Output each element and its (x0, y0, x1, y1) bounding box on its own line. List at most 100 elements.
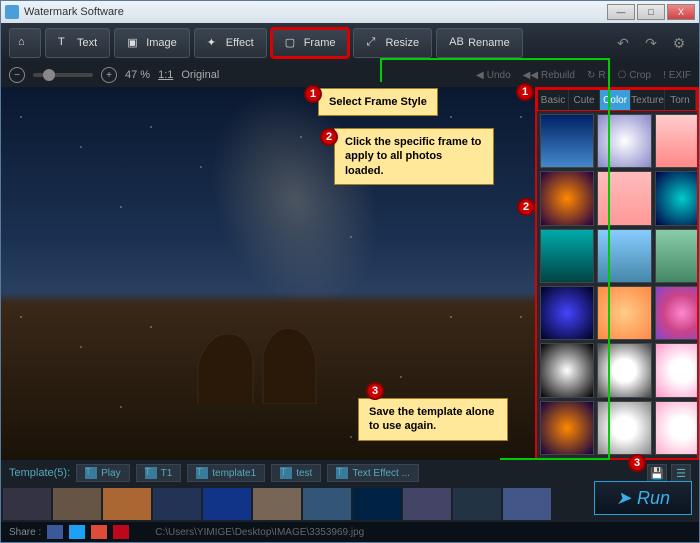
pinterest-icon[interactable] (113, 525, 129, 539)
effect-icon: ✦ (207, 36, 221, 50)
frame-thumb[interactable] (597, 401, 651, 455)
resize-label: Resize (385, 37, 419, 49)
frame-icon: ▢ (285, 36, 299, 50)
rotate-action[interactable]: ↻R (587, 70, 606, 81)
image-label: Image (146, 37, 177, 49)
frame-thumb[interactable] (597, 171, 651, 225)
exif-action[interactable]: !EXIF (663, 70, 691, 81)
maximize-button[interactable]: □ (637, 4, 665, 20)
frame-thumb[interactable] (597, 343, 651, 397)
frame-thumb[interactable] (540, 114, 594, 168)
frame-thumb[interactable] (540, 343, 594, 397)
tab-torn[interactable]: Torn (665, 90, 696, 110)
badge-1b: 1 (516, 83, 534, 101)
tab-cute[interactable]: Cute (569, 90, 600, 110)
frame-thumb[interactable] (540, 171, 594, 225)
tab-texture[interactable]: Texture (631, 90, 665, 110)
template-item[interactable]: TPlay (76, 464, 129, 482)
frame-thumb[interactable] (597, 114, 651, 168)
frame-thumb[interactable] (655, 229, 697, 283)
template-item[interactable]: Ttest (271, 464, 321, 482)
settings-button[interactable]: ⚙ (667, 31, 691, 55)
zoom-ratio[interactable]: 1:1 (158, 69, 173, 81)
strip-thumb[interactable] (503, 488, 551, 520)
undo-util-button[interactable]: ↶ (611, 31, 635, 55)
close-button[interactable]: X (667, 4, 695, 20)
text-button[interactable]: T Text (45, 28, 110, 58)
template-item[interactable]: TT1 (136, 464, 182, 482)
strip-thumb[interactable] (3, 488, 51, 520)
tab-color[interactable]: Color (600, 90, 631, 110)
undo-action[interactable]: ◀Undo (476, 70, 511, 81)
zoom-bar: − + 47 % 1:1 Original ◀Undo ◀◀Rebuild ↻R… (1, 63, 699, 87)
badge-3a: 3 (366, 382, 384, 400)
share-bar: Share : C:\Users\YIMIGE\Desktop\IMAGE\33… (1, 522, 699, 542)
strip-thumb[interactable] (103, 488, 151, 520)
main-toolbar: ⌂ T Text ▣Image ✦Effect ▢ Frame ⤢ Resize AB… (1, 23, 699, 63)
frame-thumb[interactable] (655, 401, 697, 455)
twitter-icon[interactable] (69, 525, 85, 539)
frame-thumb[interactable] (540, 286, 594, 340)
run-label: Run (637, 488, 670, 509)
tab-basic[interactable]: Basic (538, 90, 569, 110)
redo-util-button[interactable]: ↷ (639, 31, 663, 55)
frame-thumb[interactable] (655, 171, 697, 225)
frame-panel: BasicCuteColorTextureTorn (535, 87, 699, 460)
badge-2b: 2 (517, 198, 535, 216)
rename-button[interactable]: AB Rename (436, 28, 523, 58)
strip-thumb[interactable] (303, 488, 351, 520)
frame-thumb[interactable] (597, 286, 651, 340)
rebuild-action[interactable]: ◀◀Rebuild (523, 70, 575, 81)
strip-thumb[interactable] (153, 488, 201, 520)
save-template-button[interactable]: 💾 (647, 464, 667, 482)
strip-thumb[interactable] (253, 488, 301, 520)
frame-thumb[interactable] (540, 229, 594, 283)
manage-template-button[interactable]: ☰ (671, 464, 691, 482)
zoom-out-button[interactable]: − (9, 67, 25, 83)
badge-2a: 2 (320, 128, 338, 146)
callout-3: Save the template alone to use again. (358, 398, 508, 441)
frame-button[interactable]: ▢ Frame (271, 28, 350, 58)
strip-thumb[interactable] (453, 488, 501, 520)
run-button[interactable]: ➤ Run (594, 481, 692, 515)
titlebar: Watermark Software — □ X (1, 1, 699, 23)
app-icon (5, 5, 19, 19)
share-label: Share : (9, 527, 41, 538)
frame-thumb[interactable] (655, 286, 697, 340)
strip-thumb[interactable] (203, 488, 251, 520)
crop-action[interactable]: ⎔Crop (618, 70, 651, 81)
strip-thumb[interactable] (353, 488, 401, 520)
rename-icon: AB (449, 36, 463, 50)
template-item[interactable]: Ttemplate1 (187, 464, 265, 482)
frame-label: Frame (304, 37, 336, 49)
effect-button[interactable]: ✦Effect (194, 28, 267, 58)
zoom-percent: 47 % (125, 69, 150, 81)
callout-1: Select Frame Style (318, 88, 438, 116)
minimize-button[interactable]: — (607, 4, 635, 20)
frame-tabs: BasicCuteColorTextureTorn (537, 89, 697, 111)
callout-2: Click the specific frame to apply to all… (334, 128, 494, 185)
zoom-original[interactable]: Original (181, 69, 219, 81)
text-icon: T (58, 36, 72, 50)
facebook-icon[interactable] (47, 525, 63, 539)
frame-grid (537, 111, 697, 458)
resize-button[interactable]: ⤢ Resize (353, 28, 432, 58)
text-label: Text (77, 37, 97, 49)
home-button[interactable]: ⌂ (9, 28, 41, 58)
frame-thumb[interactable] (655, 114, 697, 168)
zoom-slider[interactable] (33, 73, 93, 77)
run-icon: ➤ (616, 488, 631, 509)
template-label: Template(5): (9, 467, 70, 479)
rename-label: Rename (468, 37, 510, 49)
badge-3b: 3 (628, 454, 646, 472)
frame-thumb[interactable] (597, 229, 651, 283)
template-item[interactable]: TText Effect ... (327, 464, 419, 482)
strip-thumb[interactable] (403, 488, 451, 520)
resize-icon: ⤢ (366, 36, 380, 50)
frame-thumb[interactable] (540, 401, 594, 455)
frame-thumb[interactable] (655, 343, 697, 397)
image-button[interactable]: ▣Image (114, 28, 190, 58)
zoom-in-button[interactable]: + (101, 67, 117, 83)
google-plus-icon[interactable] (91, 525, 107, 539)
strip-thumb[interactable] (53, 488, 101, 520)
